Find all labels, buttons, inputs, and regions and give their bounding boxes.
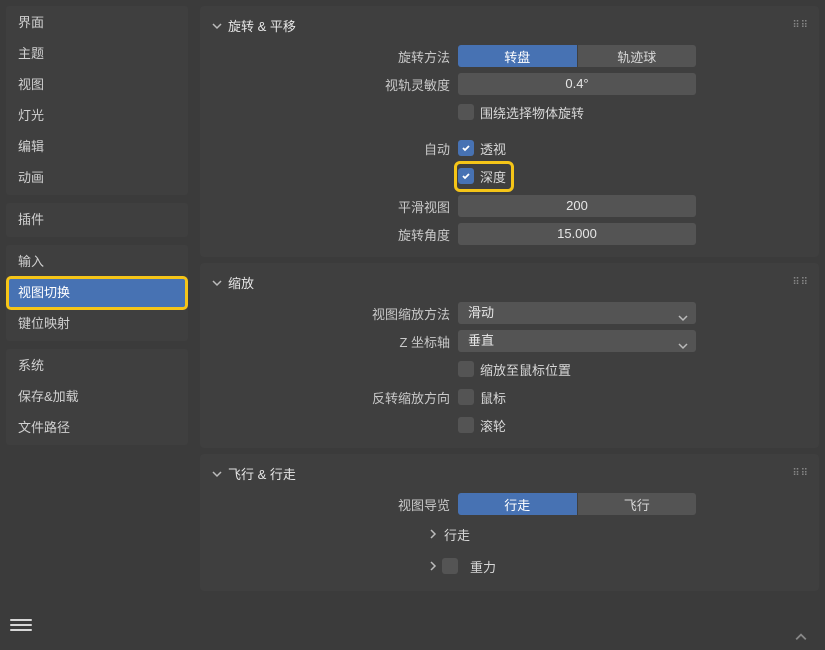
smooth-view-field[interactable]: 200 xyxy=(458,195,696,217)
invert-mouse-zoom-checkbox[interactable] xyxy=(458,389,474,405)
orbit-method-label: 旋转方法 xyxy=(200,47,458,66)
smooth-view-label: 平滑视图 xyxy=(200,197,458,216)
sidebar-item-addons[interactable]: 插件 xyxy=(8,205,186,235)
chevron-down-icon[interactable] xyxy=(210,278,224,288)
panel-title: 飞行 & 行走 xyxy=(228,464,296,483)
zoom-axis-label: Z 坐标轴 xyxy=(200,332,458,351)
sidebar-item-keymap[interactable]: 键位映射 xyxy=(8,309,186,339)
zoom-method-value: 滑动 xyxy=(468,305,494,320)
chevron-down-icon xyxy=(678,336,688,358)
rotation-angle-field[interactable]: 15.000 xyxy=(458,223,696,245)
panel-title: 旋转 & 平移 xyxy=(228,16,296,35)
orbit-sensitivity-label: 视轨灵敏度 xyxy=(200,75,458,94)
gravity-checkbox[interactable] xyxy=(442,558,458,574)
chevron-down-icon[interactable] xyxy=(210,21,224,31)
sidebar-item-lights[interactable]: 灯光 xyxy=(8,101,186,131)
invert-zoom-label: 反转缩放方向 xyxy=(200,388,458,407)
scroll-up-icon[interactable] xyxy=(795,631,807,646)
rotation-angle-label: 旋转角度 xyxy=(200,225,458,244)
orbit-sensitivity-field[interactable]: 0.4° xyxy=(458,73,696,95)
panel-title: 缩放 xyxy=(228,273,254,292)
sidebar-group-2: 插件 xyxy=(6,203,188,237)
sidebar-item-filepaths[interactable]: 文件路径 xyxy=(8,413,186,443)
zoom-to-mouse-checkbox[interactable] xyxy=(458,361,474,377)
sidebar-item-interface[interactable]: 界面 xyxy=(8,8,186,38)
sidebar-group-3: 输入 视图切换 键位映射 xyxy=(6,245,188,341)
hamburger-icon[interactable] xyxy=(10,614,32,636)
zoom-method-select[interactable]: 滑动 xyxy=(458,302,696,324)
sidebar-group-4: 系统 保存&加载 文件路径 xyxy=(6,349,188,445)
main-content: 旋转 & 平移 ⠿⠿ 旋转方法 转盘 轨迹球 视轨灵敏度 0.4° xyxy=(200,6,819,644)
auto-depth-label: 深度 xyxy=(480,167,506,186)
auto-depth-checkbox[interactable] xyxy=(458,168,474,184)
auto-label: 自动 xyxy=(200,139,458,158)
orbit-around-selection-checkbox[interactable] xyxy=(458,104,474,120)
sidebar-group-1: 界面 主题 视图 灯光 编辑 动画 xyxy=(6,6,188,195)
panel-zoom: 缩放 ⠿⠿ 视图缩放方法 滑动 Z 坐标轴 垂 xyxy=(200,263,819,448)
sidebar-item-input[interactable]: 输入 xyxy=(8,247,186,277)
chevron-right-icon[interactable] xyxy=(426,529,440,539)
chevron-down-icon[interactable] xyxy=(210,469,224,479)
sidebar-item-saveload[interactable]: 保存&加载 xyxy=(8,382,186,412)
sidebar-item-viewport[interactable]: 视图 xyxy=(8,70,186,100)
sidebar-item-themes[interactable]: 主题 xyxy=(8,39,186,69)
auto-perspective-checkbox[interactable] xyxy=(458,140,474,156)
view-navigation-label: 视图导览 xyxy=(200,495,458,514)
view-navigation-enum[interactable]: 行走 飞行 xyxy=(458,493,696,515)
orbit-method-trackball[interactable]: 轨迹球 xyxy=(578,45,697,67)
orbit-around-selection-label: 围绕选择物体旋转 xyxy=(480,103,584,122)
panel-fly-walk: 飞行 & 行走 ⠿⠿ 视图导览 行走 飞行 行走 xyxy=(200,454,819,591)
walk-subpanel-label[interactable]: 行走 xyxy=(444,525,470,544)
sidebar-item-editing[interactable]: 编辑 xyxy=(8,132,186,162)
zoom-to-mouse-label: 缩放至鼠标位置 xyxy=(480,360,571,379)
panel-drag-icon[interactable]: ⠿⠿ xyxy=(792,277,809,288)
nav-walk-button[interactable]: 行走 xyxy=(458,493,578,515)
gravity-subpanel-label[interactable]: 重力 xyxy=(470,557,496,576)
zoom-axis-select[interactable]: 垂直 xyxy=(458,330,696,352)
chevron-right-icon[interactable] xyxy=(426,561,440,571)
sidebar-item-system[interactable]: 系统 xyxy=(8,351,186,381)
zoom-method-label: 视图缩放方法 xyxy=(200,304,458,323)
invert-wheel-zoom-checkbox[interactable] xyxy=(458,417,474,433)
sidebar-item-animation[interactable]: 动画 xyxy=(8,163,186,193)
sidebar: 界面 主题 视图 灯光 编辑 动画 插件 输入 视图切换 键位映射 系统 保存&… xyxy=(6,6,188,644)
panel-drag-icon[interactable]: ⠿⠿ xyxy=(792,20,809,31)
auto-perspective-label: 透视 xyxy=(480,139,506,158)
panel-orbit-pan: 旋转 & 平移 ⠿⠿ 旋转方法 转盘 轨迹球 视轨灵敏度 0.4° xyxy=(200,6,819,257)
chevron-down-icon xyxy=(678,308,688,330)
nav-fly-button[interactable]: 飞行 xyxy=(578,493,697,515)
orbit-method-enum[interactable]: 转盘 轨迹球 xyxy=(458,45,696,67)
invert-wheel-zoom-label: 滚轮 xyxy=(480,416,506,435)
zoom-axis-value: 垂直 xyxy=(468,333,494,348)
sidebar-item-navigation[interactable]: 视图切换 xyxy=(8,278,186,308)
panel-drag-icon[interactable]: ⠿⠿ xyxy=(792,468,809,479)
orbit-method-turntable[interactable]: 转盘 xyxy=(458,45,578,67)
invert-mouse-zoom-label: 鼠标 xyxy=(480,388,506,407)
